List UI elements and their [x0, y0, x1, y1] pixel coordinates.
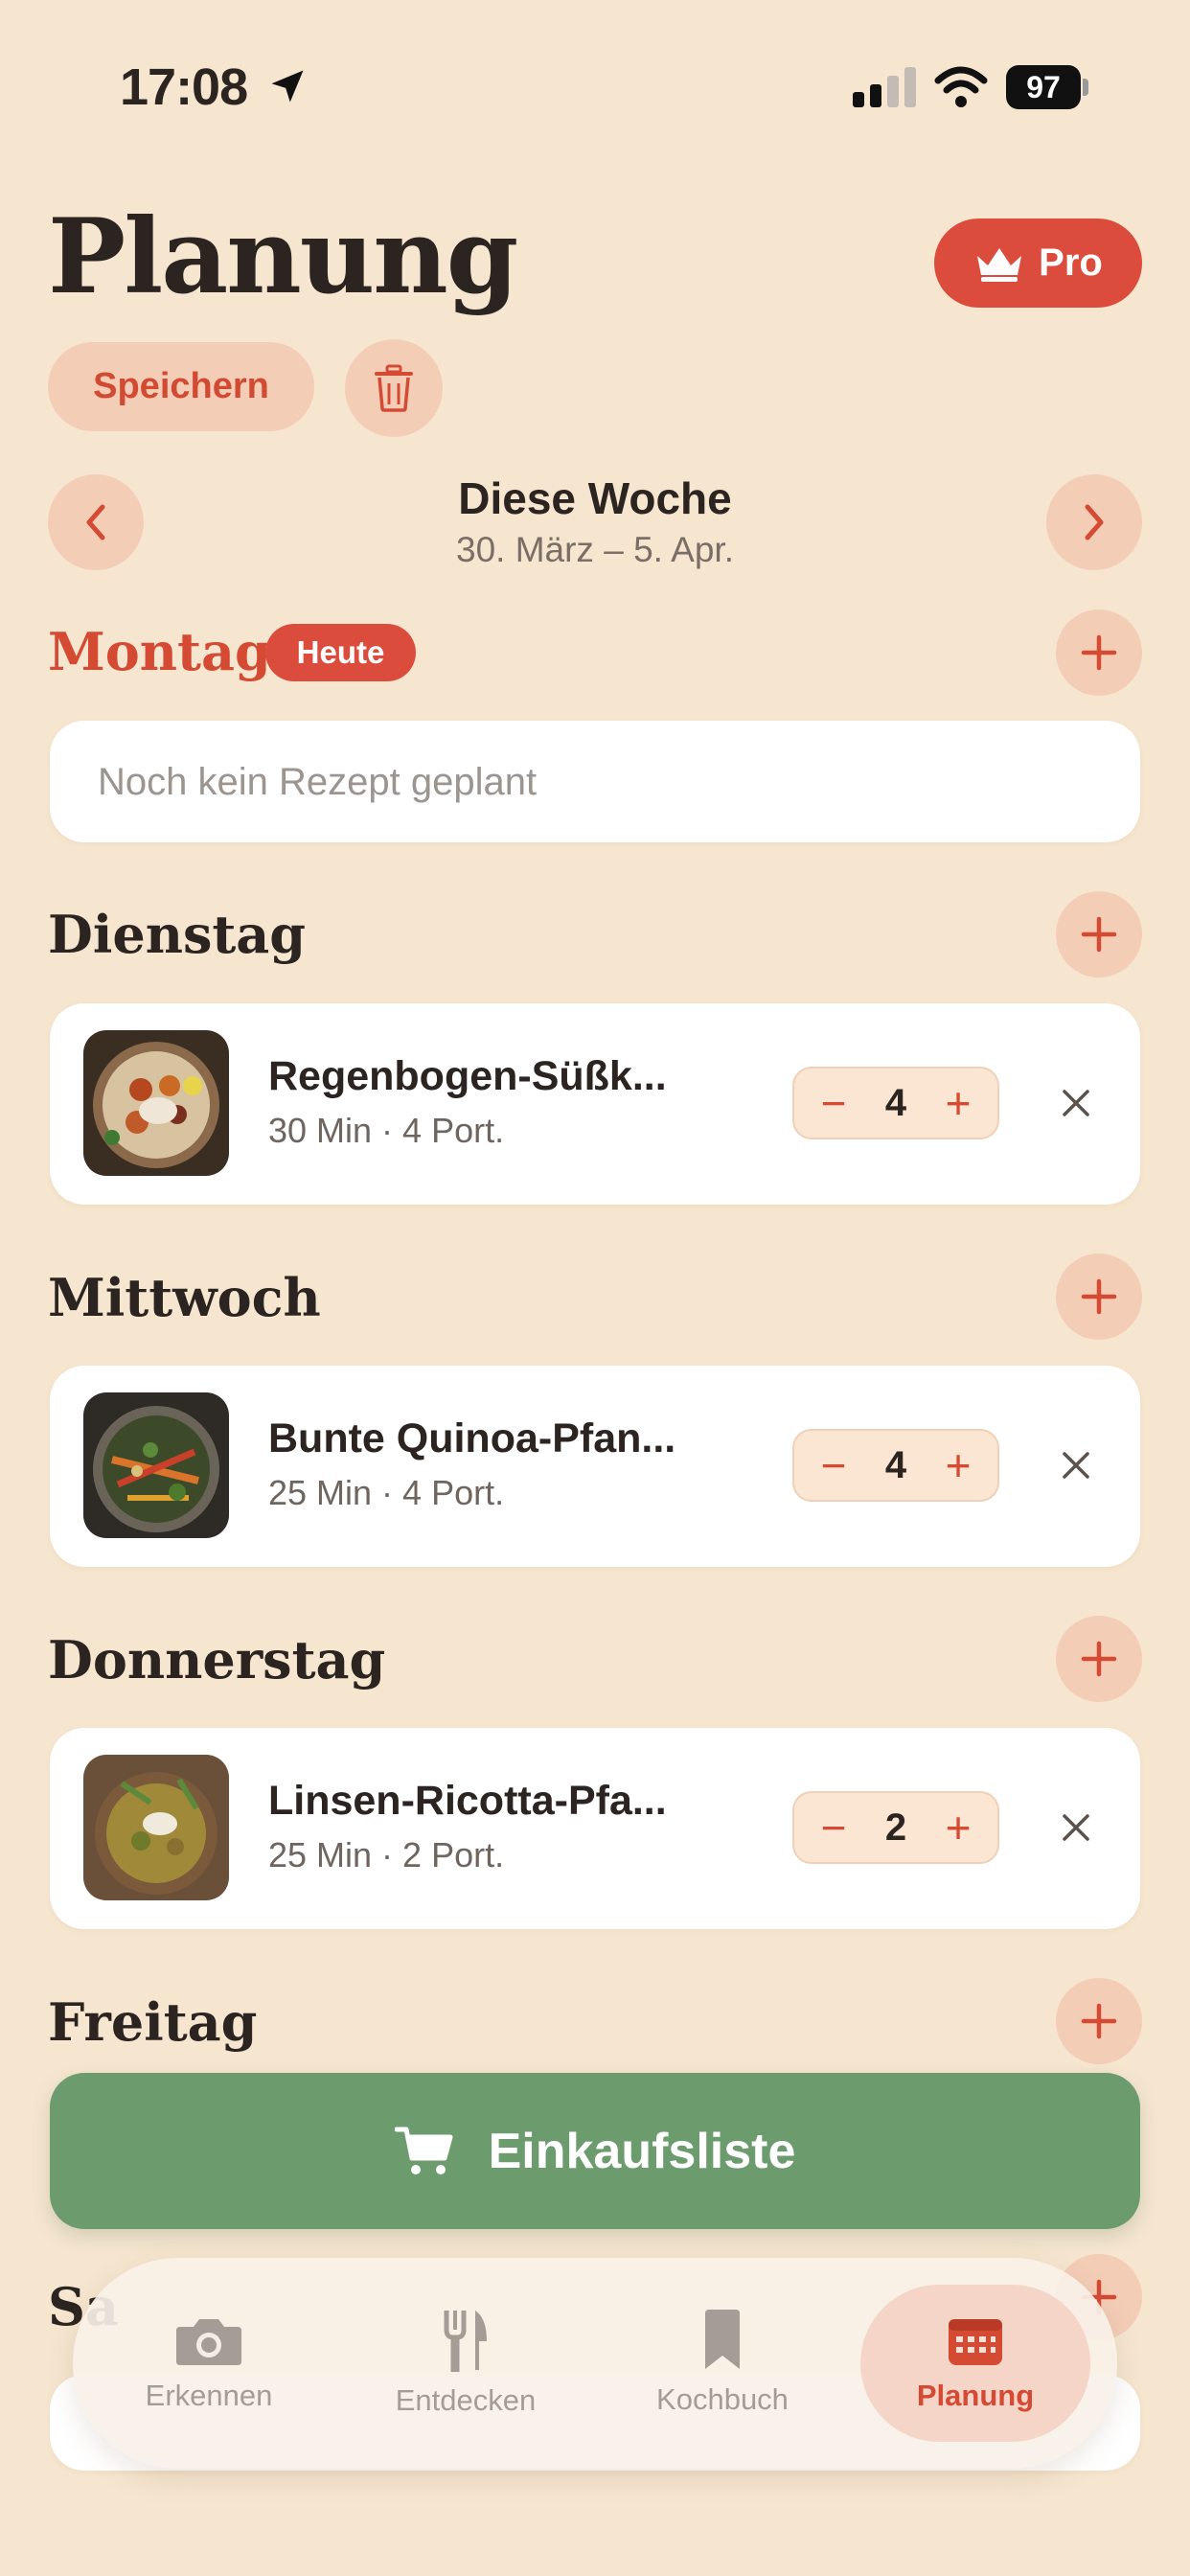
plus-icon [1081, 1278, 1117, 1315]
servings-count: 4 [884, 1081, 907, 1124]
recipe-card-dienstag[interactable]: Regenbogen-Süßk... 30 Min · 4 Port. − 4 … [50, 1003, 1140, 1205]
save-button[interactable]: Speichern [48, 342, 314, 431]
shopping-list-label: Einkaufsliste [488, 2123, 796, 2179]
battery-level: 97 [1006, 65, 1081, 109]
tab-label: Entdecken [395, 2383, 537, 2417]
plus-icon [1081, 1641, 1117, 1677]
calendar-icon [949, 2319, 1002, 2365]
tab-erkennen[interactable]: Erkennen [94, 2258, 324, 2469]
tab-label: Erkennen [145, 2379, 273, 2412]
recipe-card-mittwoch[interactable]: Bunte Quinoa-Pfan... 25 Min · 4 Port. − … [50, 1366, 1140, 1567]
next-week-button[interactable] [1046, 474, 1142, 570]
recipe-name: Bunte Quinoa-Pfan... [268, 1415, 676, 1461]
week-range: 30. März – 5. Apr. [456, 530, 734, 569]
empty-day-card[interactable]: Noch kein Rezept geplant [50, 721, 1140, 842]
recipe-meta: 25 Min · 4 Port. [268, 1473, 505, 1512]
delete-button[interactable] [345, 339, 443, 437]
close-icon [1063, 1452, 1089, 1479]
recipe-card-donnerstag[interactable]: Linsen-Ricotta-Pfa... 25 Min · 2 Port. −… [50, 1728, 1140, 1929]
today-badge: Heute [265, 624, 416, 681]
day-label-freitag: Freitag [48, 1991, 258, 2053]
servings-stepper: − 4 + [792, 1067, 999, 1139]
bookmark-icon [705, 2310, 740, 2369]
cellular-signal-icon [853, 67, 916, 107]
tab-label: Planung [916, 2379, 1035, 2412]
battery-indicator: 97 [1006, 65, 1088, 109]
servings-count: 4 [884, 1443, 907, 1486]
servings-stepper: − 2 + [792, 1791, 999, 1864]
recipe-name: Regenbogen-Süßk... [268, 1053, 667, 1099]
tab-label: Kochbuch [656, 2382, 789, 2416]
shopping-list-button[interactable]: Einkaufsliste [50, 2073, 1140, 2229]
add-recipe-montag-button[interactable] [1056, 610, 1142, 696]
pro-label: Pro [1039, 242, 1103, 284]
recipe-meta: 25 Min · 2 Port. [268, 1835, 505, 1874]
pro-button[interactable]: Pro [934, 218, 1142, 308]
wifi-icon [934, 66, 988, 107]
add-recipe-dienstag-button[interactable] [1056, 891, 1142, 978]
increase-servings-button[interactable]: + [936, 1443, 980, 1487]
day-label-dienstag: Dienstag [48, 904, 307, 965]
trash-icon [375, 364, 413, 412]
servings-count: 2 [884, 1806, 907, 1849]
tab-kochbuch[interactable]: Kochbuch [607, 2258, 837, 2469]
close-icon [1063, 1814, 1089, 1841]
tab-planung[interactable]: Planung [860, 2285, 1090, 2442]
recipe-meta: 30 Min · 4 Port. [268, 1111, 505, 1150]
increase-servings-button[interactable]: + [936, 1806, 980, 1850]
remove-recipe-button[interactable] [1051, 1803, 1101, 1852]
recipe-name: Linsen-Ricotta-Pfa... [268, 1778, 667, 1824]
remove-recipe-button[interactable] [1051, 1078, 1101, 1128]
day-label-mittwoch: Mittwoch [48, 1267, 321, 1328]
crown-icon [977, 247, 1022, 282]
add-recipe-freitag-button[interactable] [1056, 1978, 1142, 2064]
add-recipe-mittwoch-button[interactable] [1056, 1254, 1142, 1340]
camera-icon [176, 2319, 241, 2365]
day-label-donnerstag: Donnerstag [48, 1629, 386, 1690]
plus-icon [1081, 634, 1117, 671]
tab-entdecken[interactable]: Entdecken [351, 2258, 581, 2469]
decrease-servings-button[interactable]: − [812, 1081, 856, 1125]
status-time: 17:08 [120, 58, 248, 116]
fork-knife-icon [444, 2311, 487, 2372]
recipe-thumbnail [83, 1755, 229, 1900]
day-label-montag: Montag [48, 621, 271, 682]
close-icon [1063, 1090, 1089, 1116]
remove-recipe-button[interactable] [1051, 1440, 1101, 1490]
empty-day-text: Noch kein Rezept geplant [98, 761, 538, 803]
recipe-thumbnail [83, 1030, 229, 1176]
recipe-thumbnail [83, 1392, 229, 1538]
week-title: Diese Woche [458, 473, 732, 523]
location-arrow-icon [271, 70, 304, 103]
decrease-servings-button[interactable]: − [812, 1806, 856, 1850]
chevron-right-icon [1085, 504, 1104, 540]
plus-icon [1081, 2003, 1117, 2039]
cart-icon [394, 2127, 453, 2174]
increase-servings-button[interactable]: + [936, 1081, 980, 1125]
tab-bar: Erkennen Entdecken Kochbuch Planung [73, 2258, 1117, 2469]
add-recipe-donnerstag-button[interactable] [1056, 1616, 1142, 1702]
decrease-servings-button[interactable]: − [812, 1443, 856, 1487]
page-title: Planung [48, 196, 518, 317]
servings-stepper: − 4 + [792, 1429, 999, 1502]
plus-icon [1081, 916, 1117, 953]
